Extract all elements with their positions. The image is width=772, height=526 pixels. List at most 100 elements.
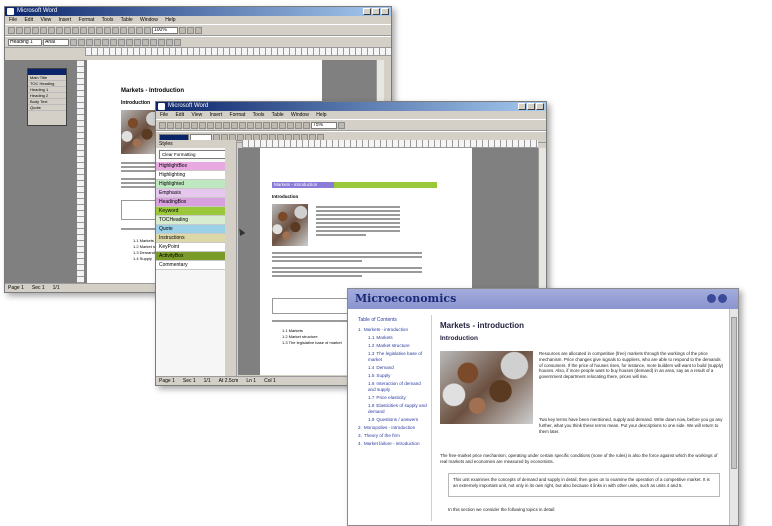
numbering-icon[interactable] [126,38,133,46]
menu-window[interactable]: Window [291,112,309,118]
menu-table[interactable]: Table [121,17,133,23]
justify-icon[interactable] [118,38,125,46]
new-document-icon[interactable] [8,26,15,34]
maximize-button[interactable] [372,8,380,15]
palette-item[interactable]: Quote [28,105,66,111]
align-center-icon[interactable] [102,38,109,46]
browser-vertical-scrollbar[interactable] [729,309,738,525]
table-icon[interactable] [112,26,119,34]
styles-formatting-field[interactable]: Clear Formatting [159,150,233,159]
menu-window[interactable]: Window [140,17,158,23]
toolbar-option-icon[interactable] [187,26,194,34]
spelling-icon[interactable] [48,26,55,34]
settings-icon[interactable] [707,294,716,303]
scrollbar-thumb[interactable] [731,317,737,469]
show-hide-icon[interactable] [144,26,151,34]
toc-item[interactable]: 1.3 The legislative base of market [354,351,427,363]
menu-insert[interactable]: Insert [210,112,223,118]
close-button[interactable] [381,8,389,15]
menu-help[interactable]: Help [316,112,326,118]
toc-item[interactable]: 1.6 Interaction of demand and supply [354,381,427,393]
font-select[interactable]: Arial [43,38,69,46]
toc-item[interactable]: 2. Monopolies - introduction [354,425,427,431]
zoom-select[interactable]: 100% [152,26,178,34]
save-icon[interactable] [24,26,31,34]
menu-insert[interactable]: Insert [59,17,72,23]
format-painter-icon[interactable] [231,121,238,129]
font-color-icon[interactable] [174,38,181,46]
document-map-icon[interactable] [136,26,143,34]
copy-icon[interactable] [64,26,71,34]
toc-item[interactable]: 1.2 Market structure [354,343,427,349]
show-hide-icon[interactable] [295,121,302,129]
style-item[interactable]: HeadingBox [156,198,236,207]
close-button[interactable] [536,103,544,110]
redo-icon[interactable] [96,26,103,34]
document-map-icon[interactable] [287,121,294,129]
align-right-icon[interactable] [110,38,117,46]
undo-icon[interactable] [239,121,246,129]
menu-tools[interactable]: Tools [102,17,114,23]
open-folder-icon[interactable] [167,121,174,129]
vertical-ruler[interactable] [77,60,84,284]
new-document-icon[interactable] [159,121,166,129]
menu-view[interactable]: View [40,17,51,23]
print-icon[interactable] [183,121,190,129]
menu-view[interactable]: View [191,112,202,118]
toc-item[interactable]: 1.8 Elasticities of supply and demand [354,403,427,415]
highlight-icon[interactable] [166,38,173,46]
cut-icon[interactable] [207,121,214,129]
style-item[interactable]: Quote [156,225,236,234]
minimize-button[interactable] [518,103,526,110]
menu-file[interactable]: File [9,17,17,23]
underline-icon[interactable] [86,38,93,46]
hyperlink-icon[interactable] [255,121,262,129]
menu-file[interactable]: File [160,112,168,118]
toc-item[interactable]: 4. Market failure - introduction [354,441,427,447]
toc-item[interactable]: 1. Markets - introduction [354,327,427,333]
menu-format[interactable]: Format [79,17,95,23]
style-item[interactable]: Instructions [156,234,236,243]
indent-icon[interactable] [150,38,157,46]
drawing-icon[interactable] [128,26,135,34]
menu-tools[interactable]: Tools [253,112,265,118]
toc-item[interactable]: 1.9 Questions / answers [354,417,427,423]
table-icon[interactable] [263,121,270,129]
horizontal-ruler[interactable] [242,140,538,148]
style-item[interactable]: ActivityBox [156,252,236,261]
hyperlink-icon[interactable] [104,26,111,34]
bullets-icon[interactable] [134,38,141,46]
drawing-icon[interactable] [279,121,286,129]
toc-item[interactable]: 1.7 Price elasticity [354,395,427,401]
menu-table[interactable]: Table [272,112,284,118]
print-icon[interactable] [32,26,39,34]
toc-item[interactable]: 1.4 Demand [354,365,427,371]
help-icon[interactable] [718,294,727,303]
copy-icon[interactable] [215,121,222,129]
toc-item[interactable]: 3. Theory of the firm [354,433,427,439]
save-icon[interactable] [175,121,182,129]
toc-item[interactable]: 1.1 Markets [354,335,427,341]
menu-edit[interactable]: Edit [175,112,184,118]
styles-palette[interactable]: Main Title TOC Heading Heading 1 Heading… [27,68,67,126]
menu-help[interactable]: Help [165,17,175,23]
bold-icon[interactable] [70,38,77,46]
spelling-icon[interactable] [199,121,206,129]
columns-icon[interactable] [271,121,278,129]
format-painter-icon[interactable] [80,26,87,34]
style-item[interactable]: HighlightBox [156,162,236,171]
horizontal-ruler[interactable] [85,48,391,56]
align-left-icon[interactable] [94,38,101,46]
print-preview-icon[interactable] [40,26,47,34]
style-item[interactable]: Highlighted [156,180,236,189]
outdent-icon[interactable] [142,38,149,46]
minimize-button[interactable] [363,8,371,15]
style-item[interactable]: Highlighting [156,171,236,180]
open-folder-icon[interactable] [16,26,23,34]
show-hide-icon[interactable] [303,121,310,129]
style-item[interactable]: KeyPoint [156,243,236,252]
help-icon[interactable] [338,121,345,129]
cut-icon[interactable] [56,26,63,34]
paste-icon[interactable] [223,121,230,129]
style-item[interactable]: TOCHeading [156,216,236,225]
